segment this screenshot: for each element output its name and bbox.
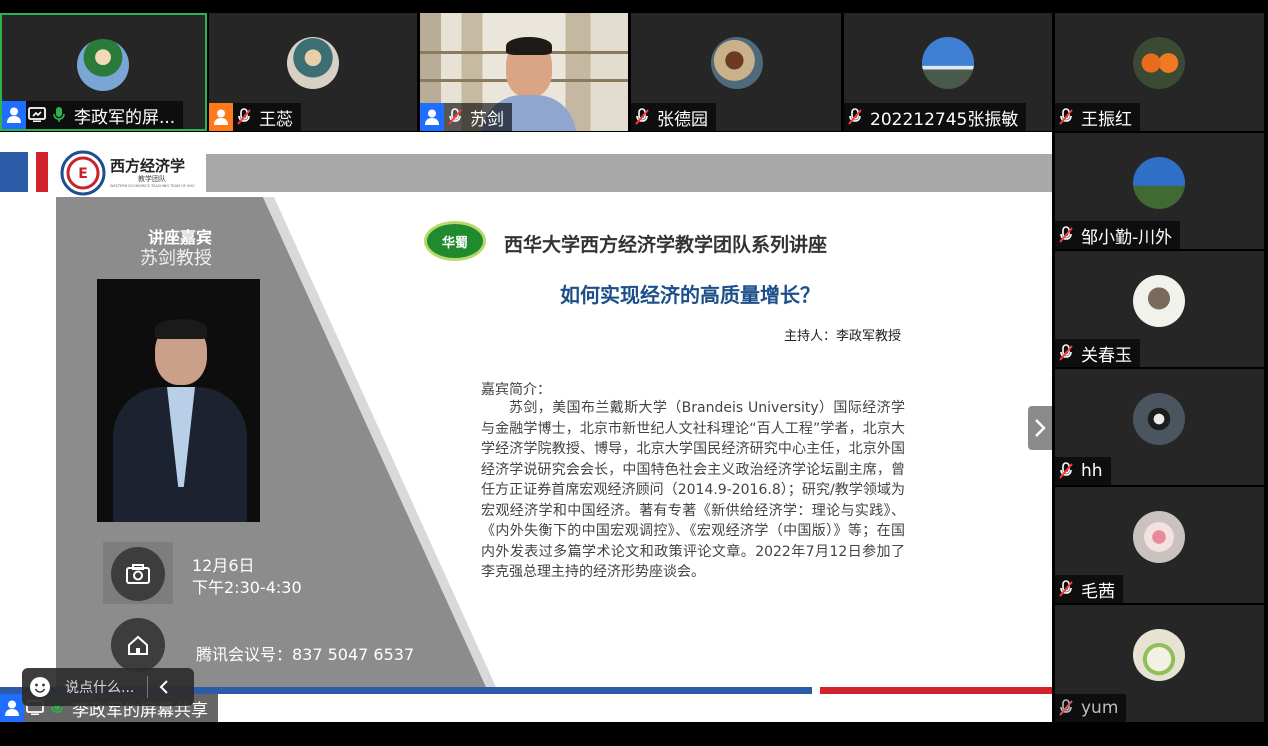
calendar-icon-box (103, 542, 173, 604)
participant-name: 邹小勤-川外 (1081, 227, 1173, 248)
avatar (1133, 157, 1185, 209)
participant-name: hh (1081, 461, 1103, 481)
flag-stripe-red (36, 152, 48, 192)
presenter-hair (506, 37, 552, 55)
participant-tile[interactable]: 202212745张振敏 (844, 13, 1052, 131)
participant-tile[interactable]: 张德园 (631, 13, 841, 131)
screen-share-icon (26, 101, 48, 129)
participant-name: 202212745张振敏 (870, 109, 1019, 130)
name-tag: 王振红 (1055, 103, 1140, 131)
lecture-time: 下午2:30-4:30 (192, 578, 302, 597)
logo-title: 西方经济学 (110, 157, 186, 175)
emoji-icon[interactable] (29, 676, 51, 698)
avatar (922, 37, 974, 89)
home-icon (128, 635, 148, 655)
user-icon (209, 103, 233, 131)
intro-label: 嘉宾简介： (481, 382, 551, 398)
host-label: 主持人：李政军教授 (784, 329, 902, 344)
flag-stripe-blue (0, 152, 28, 192)
next-page-button[interactable] (1028, 406, 1052, 450)
avatar (1133, 37, 1185, 89)
mic-muted-icon (233, 103, 255, 131)
participant-name: 王振红 (1081, 109, 1132, 130)
mic-muted-icon (1055, 457, 1077, 485)
participant-tile[interactable]: 关春玉 (1055, 251, 1264, 367)
mic-muted-icon (1055, 103, 1077, 131)
name-tag: hh (1055, 457, 1111, 485)
user-icon (0, 694, 24, 722)
avatar (1133, 275, 1185, 327)
flag-stripe-white (28, 152, 36, 192)
mic-muted-icon (444, 103, 466, 131)
seal-text: 华蜀 (441, 235, 468, 251)
camera-icon (126, 564, 150, 584)
avatar (1133, 511, 1185, 563)
participant-tile[interactable]: 毛茜 (1055, 487, 1264, 603)
team-logo: E 西方经济学 教学团队 WESTERN ECONOMICS TEACHING … (58, 150, 206, 196)
participant-name: 毛茜 (1081, 581, 1115, 602)
name-tag: 毛茜 (1055, 575, 1123, 603)
series-title: 西华大学西方经济学教学团队系列讲座 (504, 234, 828, 256)
avatar (1133, 393, 1185, 445)
name-tag: 王蕊 (209, 103, 301, 131)
name-tag: yum (1055, 694, 1127, 722)
user-icon (420, 103, 444, 131)
participant-tile[interactable]: 王振红 (1055, 13, 1264, 131)
lecture-date: 12月6日 (192, 556, 255, 575)
shared-screen: E 西方经济学 教学团队 WESTERN ECONOMICS TEACHING … (0, 132, 1052, 722)
participant-name: 李政军的屏... (74, 107, 176, 128)
mic-muted-icon (1055, 575, 1077, 603)
logo-tiny-text: WESTERN ECONOMICS TEACHING TEAM OF XHU (110, 184, 195, 188)
logo-subtitle: 教学团队 (138, 175, 166, 183)
participant-name: 关春玉 (1081, 345, 1132, 366)
participant-tile[interactable]: 王蕊 (209, 13, 417, 131)
participant-tile[interactable]: hh (1055, 369, 1264, 485)
name-tag: 苏剑 (420, 103, 512, 131)
chat-input-placeholder[interactable]: 说点什么... (65, 677, 143, 697)
mic-muted-icon (1055, 694, 1077, 722)
participant-video-tile[interactable]: 苏剑 (420, 13, 628, 131)
mic-muted-icon (844, 103, 866, 131)
header-bar (205, 154, 1052, 192)
participant-tile[interactable]: 李政军的屏... (0, 13, 207, 131)
lecture-main-title: 如何实现经济的高质量增长？ (560, 283, 820, 307)
mic-muted-icon (1055, 221, 1077, 249)
participant-tile[interactable]: 邹小勤-川外 (1055, 133, 1264, 249)
avatar (1133, 629, 1185, 681)
svg-text:E: E (78, 166, 88, 182)
user-icon (2, 101, 26, 129)
name-tag: 关春玉 (1055, 339, 1140, 367)
participant-name: 王蕊 (259, 109, 293, 130)
chevron-right-icon (1035, 419, 1046, 437)
chat-bar[interactable]: 说点什么... (22, 668, 194, 706)
home-icon-box (103, 615, 173, 675)
mic-on-icon (48, 101, 70, 129)
avatar (77, 39, 129, 91)
logo-emblem-icon: E (60, 150, 106, 196)
name-tag: 张德园 (631, 103, 716, 131)
name-tag: 邹小勤-川外 (1055, 221, 1181, 249)
name-tag: 李政军的屏... (2, 101, 184, 129)
guest-photo (97, 279, 260, 522)
meeting-id: 腾讯会议号：837 5047 6537 (196, 645, 415, 664)
participant-name: 苏剑 (470, 109, 504, 130)
bottom-stripe-red (820, 687, 1052, 694)
avatar (711, 37, 763, 89)
mic-muted-icon (1055, 339, 1077, 367)
guest-name: 苏剑教授 (140, 248, 212, 269)
participant-name: yum (1081, 698, 1119, 718)
mic-muted-icon (631, 103, 653, 131)
intro-text: 苏剑，美国布兰戴斯大学（Brandeis University）国际经济学与金融… (481, 400, 905, 580)
avatar (287, 37, 339, 89)
chevron-left-icon[interactable] (158, 679, 170, 695)
participant-tile[interactable]: yum (1055, 605, 1264, 722)
university-seal: 华蜀 (424, 221, 486, 261)
name-tag: 202212745张振敏 (844, 103, 1027, 131)
participant-name: 张德园 (657, 109, 708, 130)
